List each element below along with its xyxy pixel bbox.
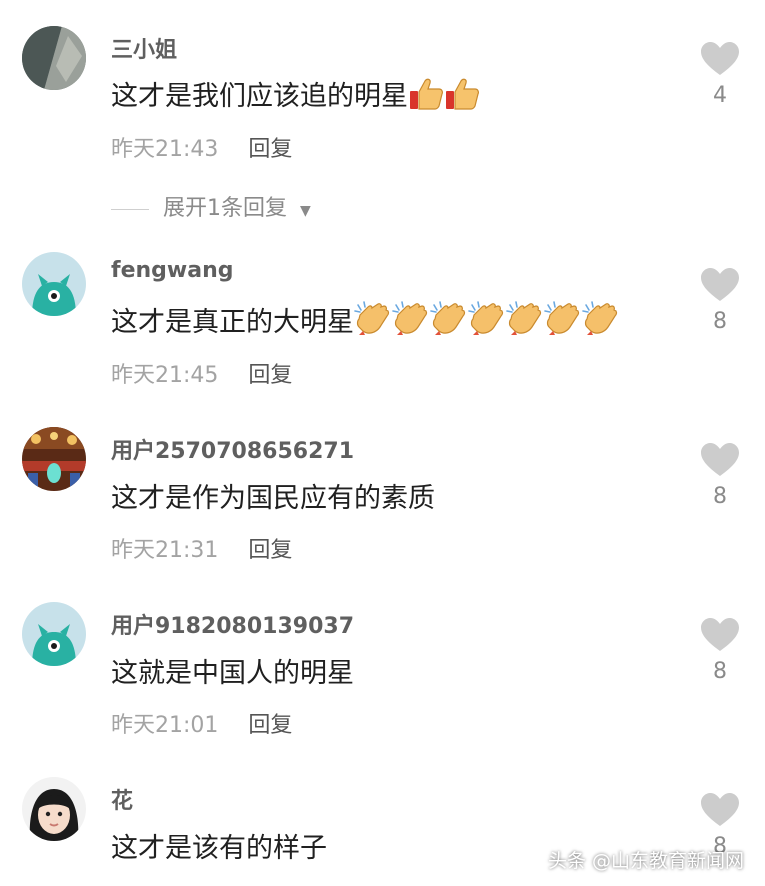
username[interactable]: 三小姐 — [111, 32, 177, 64]
avatar[interactable] — [22, 26, 86, 90]
timestamp: 昨天21:43 — [111, 137, 219, 162]
avatar[interactable] — [22, 427, 86, 491]
comment-text-content: 这才是真正的大明星 — [111, 307, 354, 338]
thumbs-up-icon — [444, 77, 480, 118]
heart-icon — [701, 268, 739, 301]
clapping-hands-icon — [582, 301, 620, 344]
chevron-down-icon: ▼ — [300, 203, 311, 219]
avatar[interactable] — [22, 777, 86, 841]
timestamp: 昨天21:01 — [111, 713, 219, 738]
avatar[interactable] — [22, 602, 86, 666]
clapping-hands-icon — [544, 301, 582, 344]
like-button[interactable]: 8 — [700, 267, 740, 334]
comment-text: 这才是我们应该追的明星 — [111, 74, 480, 118]
divider — [111, 208, 149, 210]
reply-button[interactable]: 回复 — [248, 137, 292, 162]
comment-meta: 昨天21:45 回复 — [111, 357, 292, 389]
comment-meta: 昨天21:01 回复 — [111, 707, 292, 739]
reply-button[interactable]: 回复 — [248, 363, 292, 388]
heart-icon — [701, 443, 739, 476]
like-count: 8 — [713, 309, 727, 334]
username[interactable]: 用户9182080139037 — [111, 608, 354, 640]
comment-text: 这才是作为国民应有的素质 — [111, 483, 435, 514]
like-button[interactable]: 8 — [700, 442, 740, 509]
comment-meta: 昨天21:43 回复 — [111, 131, 292, 163]
clap-emoji-row — [354, 301, 620, 338]
watermark: 头条 @山东教育新闻网 — [548, 850, 745, 872]
clapping-hands-icon — [392, 301, 430, 344]
reply-button[interactable]: 回复 — [248, 713, 292, 738]
username[interactable]: 花 — [111, 783, 133, 815]
thumbs-up-icon — [408, 77, 444, 118]
heart-icon — [701, 42, 739, 75]
comment-text-content: 这才是我们应该追的明星 — [111, 81, 408, 112]
comment-meta: 昨天21:31 回复 — [111, 532, 292, 564]
clapping-hands-icon — [506, 301, 544, 344]
timestamp: 昨天21:31 — [111, 538, 219, 563]
username[interactable]: fengwang — [111, 258, 233, 283]
timestamp: 昨天21:45 — [111, 363, 219, 388]
comment-text: 这就是中国人的明星 — [111, 658, 354, 689]
like-count: 4 — [713, 83, 727, 108]
expand-replies-button[interactable]: 展开1条回复 ▼ — [111, 190, 311, 222]
clapping-hands-icon — [468, 301, 506, 344]
clapping-hands-icon — [430, 301, 468, 344]
like-button[interactable]: 4 — [700, 41, 740, 108]
like-count: 8 — [713, 659, 727, 684]
heart-icon — [701, 618, 739, 651]
username[interactable]: 用户2570708656271 — [111, 433, 354, 465]
like-count: 8 — [713, 484, 727, 509]
avatar[interactable] — [22, 252, 86, 316]
like-button[interactable]: 8 — [700, 617, 740, 684]
reply-button[interactable]: 回复 — [248, 538, 292, 563]
heart-icon — [701, 793, 739, 826]
comment-text: 这才是真正的大明星 — [111, 300, 620, 344]
comment-text: 这才是该有的样子 — [111, 833, 327, 864]
clapping-hands-icon — [354, 301, 392, 344]
expand-replies-label: 展开1条回复 — [163, 196, 287, 221]
